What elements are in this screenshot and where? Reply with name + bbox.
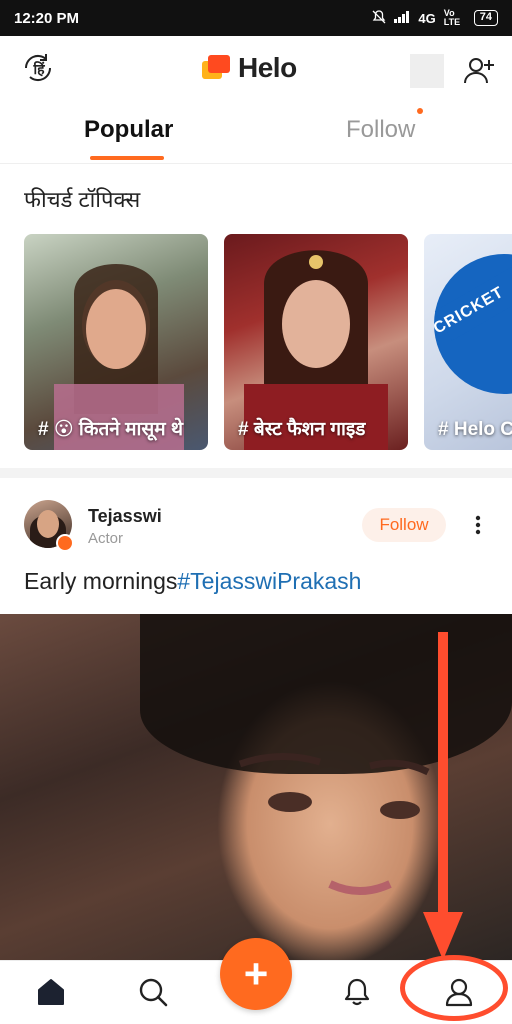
language-toggle-button[interactable]: हिं xyxy=(20,50,58,88)
topic-card-label: # Helo Contest xyxy=(438,419,512,440)
language-label: हिं xyxy=(33,60,45,77)
signal-icon xyxy=(394,10,410,26)
bell-icon xyxy=(344,978,370,1006)
add-user-button[interactable] xyxy=(462,54,496,88)
topic-card-label: # बेस्ट फैशन गाइड xyxy=(238,419,366,440)
nav-home-button[interactable] xyxy=(34,975,68,1009)
section-divider xyxy=(0,468,512,478)
post-image-face xyxy=(238,753,430,895)
tab-popular[interactable]: Popular xyxy=(84,116,173,144)
post-header: Tejasswi Actor Follow xyxy=(0,494,512,556)
status-icons: 4G Vo LTE 74 xyxy=(372,9,498,27)
post-username[interactable]: Tejasswi xyxy=(88,506,162,527)
placeholder-tile xyxy=(410,54,444,88)
app-logo: Helo xyxy=(200,52,297,84)
search-icon xyxy=(139,978,168,1007)
app-bar: हिं Helo xyxy=(0,36,512,104)
annotation-highlight-ring xyxy=(400,955,508,1021)
tab-follow[interactable]: Follow xyxy=(346,116,415,144)
more-options-button[interactable] xyxy=(466,508,490,542)
caption-text: Early mornings xyxy=(24,568,178,594)
add-user-icon xyxy=(464,58,494,84)
topic-card-label: # 😮 कितने मासूम थे xyxy=(38,419,184,440)
volte-label: Vo LTE xyxy=(443,8,461,27)
post-user-subtitle: Actor xyxy=(88,530,124,547)
feed-tabs: Popular Follow xyxy=(0,104,512,164)
logo-text: Helo xyxy=(238,52,297,83)
post-caption: Early mornings#TejasswiPrakash xyxy=(24,568,361,595)
more-vertical-icon xyxy=(475,515,481,535)
battery-indicator: 74 xyxy=(473,10,498,26)
annotation-arrow-head xyxy=(423,912,463,960)
verified-badge-icon xyxy=(56,534,74,552)
follow-notification-dot xyxy=(417,108,423,114)
create-post-button[interactable]: + xyxy=(220,938,292,1010)
topic-card[interactable]: # 😮 कितने मासूम थे xyxy=(24,234,208,450)
featured-topics-title: फीचर्ड टॉपिक्स xyxy=(24,187,141,212)
mute-icon xyxy=(372,9,386,27)
nav-search-button[interactable] xyxy=(136,975,170,1009)
topic-card[interactable]: CRICKET # Helo Contest xyxy=(424,234,512,450)
status-bar: 12:20 PM 4G Vo LTE 74 xyxy=(0,0,512,36)
screen: 12:20 PM 4G Vo LTE 74 हिं Helo Popular F… xyxy=(0,0,512,1024)
annotation-arrow-shaft xyxy=(438,632,448,922)
helo-logo-icon xyxy=(200,53,232,83)
post-image[interactable] xyxy=(0,614,512,960)
active-tab-indicator xyxy=(90,156,164,160)
home-icon xyxy=(38,979,64,1005)
network-label: 4G xyxy=(418,10,436,26)
caption-hashtag[interactable]: #TejasswiPrakash xyxy=(177,568,361,594)
follow-button[interactable]: Follow xyxy=(362,508,446,542)
featured-topics-carousel[interactable]: # 😮 कितने मासूम थे # बेस्ट फैशन गाइड CRI… xyxy=(24,234,512,450)
status-time: 12:20 PM xyxy=(14,9,80,27)
topic-card[interactable]: # बेस्ट फैशन गाइड xyxy=(224,234,408,450)
nav-notifications-button[interactable] xyxy=(340,975,374,1009)
